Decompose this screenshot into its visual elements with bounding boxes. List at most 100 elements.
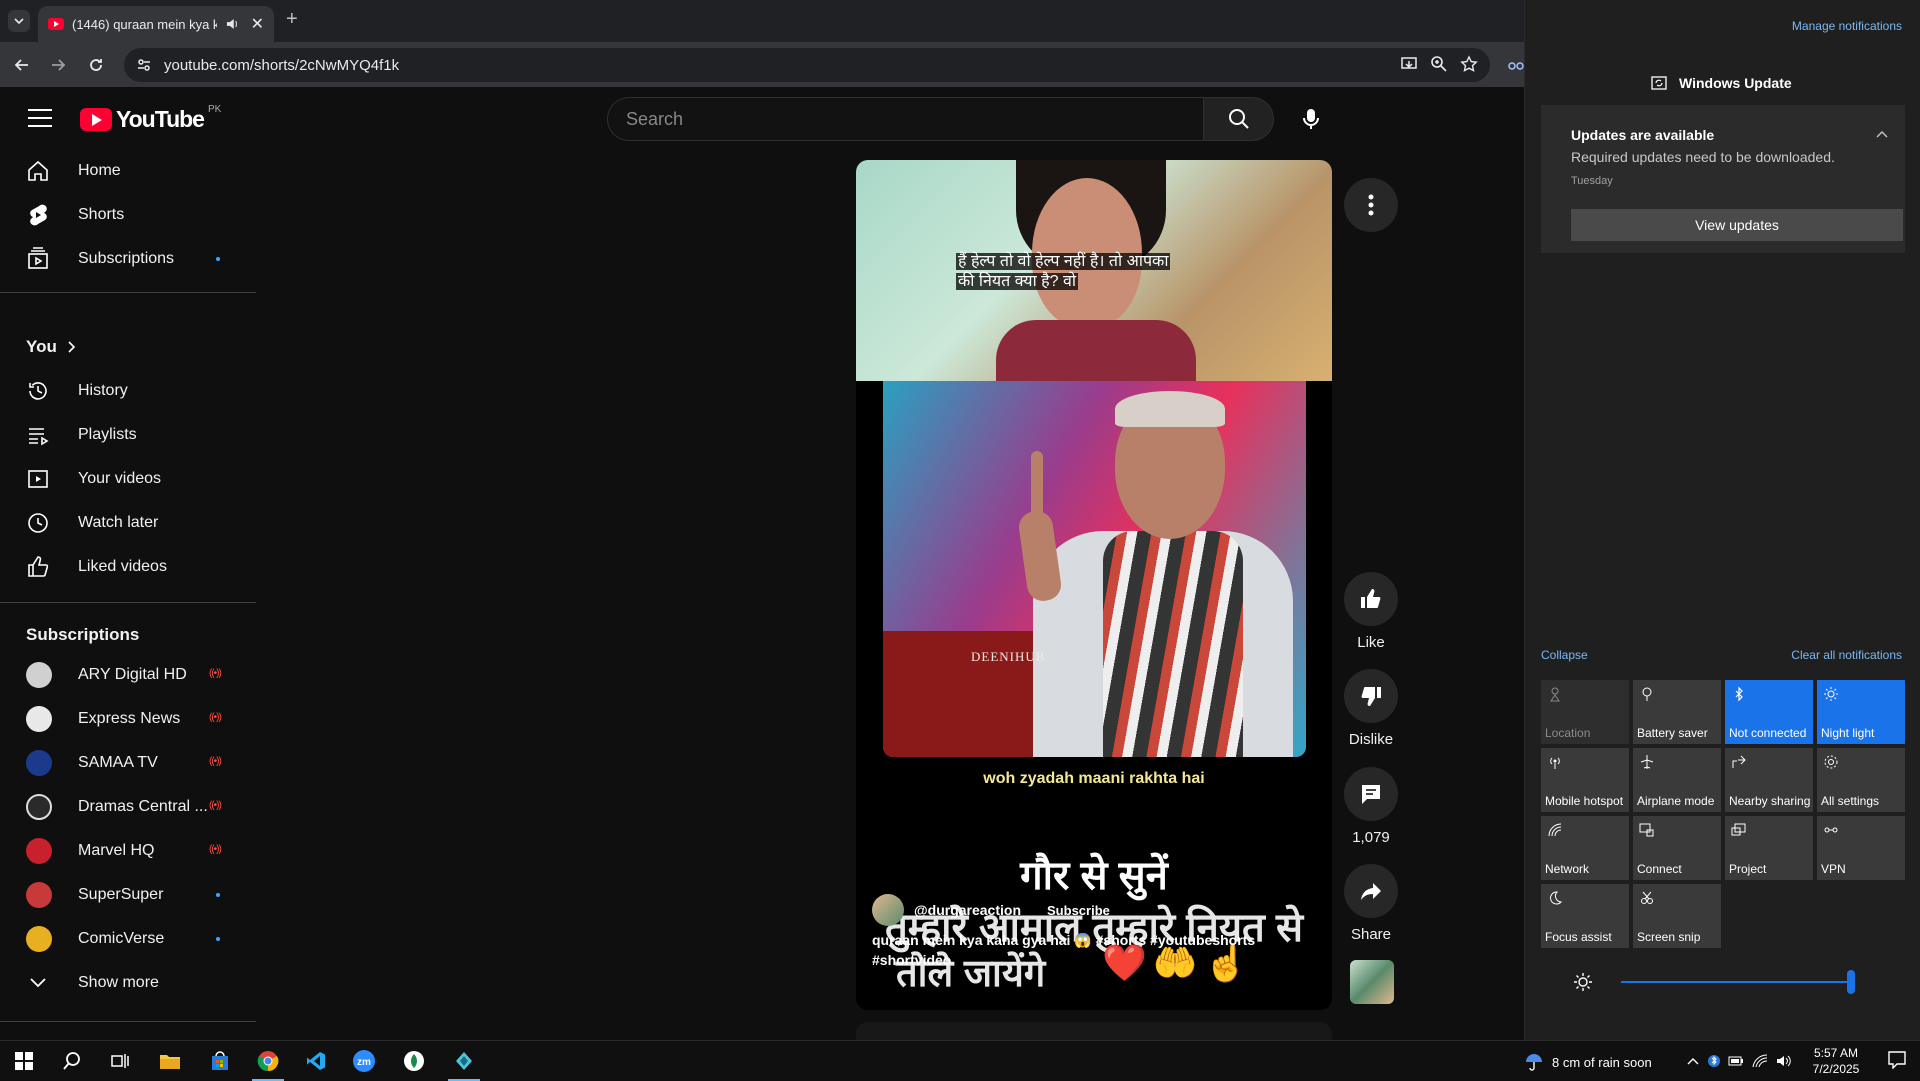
taskbar-app-diamond[interactable]: [448, 1045, 480, 1081]
address-bar[interactable]: youtube.com/shorts/2cNwMYQ4f1k: [124, 48, 1490, 82]
sidebar-item-watch-later[interactable]: Watch later: [12, 503, 244, 543]
reload-button[interactable]: [84, 53, 108, 77]
zoom-icon[interactable]: [1430, 55, 1448, 73]
taskbar-app-leaf[interactable]: [398, 1045, 430, 1077]
collapse-link[interactable]: Collapse: [1541, 648, 1588, 662]
subscribe-button[interactable]: Subscribe: [1047, 903, 1110, 918]
sidebar-channel-ary-digital-hd[interactable]: ARY Digital HD ((•)): [12, 655, 244, 695]
dislike-button[interactable]: Dislike: [1344, 669, 1398, 748]
sidebar-channel-express-news[interactable]: Express News ((•)): [12, 699, 244, 739]
channel-avatar[interactable]: [872, 894, 904, 926]
quick-action-location[interactable]: Location: [1541, 680, 1629, 744]
show-more-button[interactable]: Show more: [12, 963, 244, 1003]
night-light-icon: [1824, 687, 1838, 701]
taskbar-zoom[interactable]: zm: [348, 1045, 380, 1077]
youtube-logo[interactable]: YouTube PK: [80, 104, 221, 133]
brightness-thumb[interactable]: [1847, 970, 1855, 994]
quick-action-mobile-hotspot[interactable]: Mobile hotspot: [1541, 748, 1629, 812]
manage-notifications-link[interactable]: Manage notifications: [1792, 19, 1902, 33]
forward-button[interactable]: [46, 53, 70, 77]
more-options-button[interactable]: [1344, 178, 1398, 232]
battery-icon[interactable]: [1728, 1055, 1744, 1067]
back-button[interactable]: [10, 53, 34, 77]
task-view-button[interactable]: [104, 1045, 136, 1077]
new-content-dot: [216, 257, 220, 261]
quick-action-all-settings[interactable]: All settings: [1817, 748, 1905, 812]
tab-search-button[interactable]: [8, 10, 30, 32]
sidebar-item-playlists[interactable]: Playlists: [12, 415, 244, 455]
site-info-icon[interactable]: [136, 57, 152, 73]
quick-action-project[interactable]: Project: [1725, 816, 1813, 880]
quick-action-network[interactable]: Network: [1541, 816, 1629, 880]
view-updates-button[interactable]: View updates: [1571, 209, 1903, 241]
quick-action-battery-saver[interactable]: Battery saver: [1633, 680, 1721, 744]
taskbar-store[interactable]: [204, 1045, 236, 1077]
sidebar-channel-comicverse[interactable]: ComicVerse: [12, 919, 244, 959]
sidebar-channel-supersuper[interactable]: SuperSuper: [12, 875, 244, 915]
quick-action-screen-snip[interactable]: Screen snip: [1633, 884, 1721, 948]
sidebar-channel-samaa-tv[interactable]: SAMAA TV ((•)): [12, 743, 244, 783]
quick-action-nearby-sharing[interactable]: Nearby sharing: [1725, 748, 1813, 812]
taskbar-search-button[interactable]: [56, 1045, 88, 1077]
comments-button[interactable]: 1,079: [1344, 767, 1398, 846]
search-input[interactable]: [626, 108, 1203, 130]
install-app-icon[interactable]: [1400, 55, 1418, 73]
sidebar-item-liked-videos[interactable]: Liked videos: [12, 547, 244, 587]
action-center-button[interactable]: [1888, 1051, 1906, 1069]
quick-action-airplane-mode[interactable]: Airplane mode: [1633, 748, 1721, 812]
clock[interactable]: 5:57 AM 7/2/2025: [1808, 1045, 1864, 1077]
new-tab-button[interactable]: +: [286, 8, 298, 31]
quick-action-vpn[interactable]: VPN: [1817, 816, 1905, 880]
sidebar-item-home[interactable]: Home: [12, 151, 244, 191]
sound-thumbnail[interactable]: [1350, 960, 1394, 1004]
home-icon: [26, 159, 50, 183]
you-section-header[interactable]: You: [26, 337, 77, 357]
video-description[interactable]: quraan mein kya kaha gya hai 😱 #shorts #…: [872, 930, 1292, 970]
sidebar-item-shorts[interactable]: Shorts: [12, 195, 244, 235]
video-clip-top: हैं हेल्प तो वो हेल्प नहीं है। तो आपका क…: [856, 160, 1332, 390]
quick-action-focus-assist[interactable]: Focus assist: [1541, 884, 1629, 948]
network-icon[interactable]: [1752, 1054, 1768, 1068]
comments-button-circle[interactable]: [1344, 767, 1398, 821]
search-button[interactable]: [1204, 97, 1274, 141]
weather-widget[interactable]: 8 cm of rain soon: [1524, 1052, 1652, 1072]
sidebar-item-your-videos[interactable]: Your videos: [12, 459, 244, 499]
bluetooth-icon[interactable]: [1708, 1053, 1720, 1069]
tab-close-icon[interactable]: ✕: [251, 14, 264, 34]
chevron-up-icon[interactable]: [1875, 129, 1889, 139]
quick-action-bluetooth[interactable]: Not connected: [1725, 680, 1813, 744]
like-button[interactable]: Like: [1344, 572, 1398, 651]
quick-action-night-light[interactable]: Night light: [1817, 680, 1905, 744]
share-button-circle[interactable]: [1344, 864, 1398, 918]
channel-handle[interactable]: @durgareaction: [914, 902, 1021, 918]
more-vert-icon: [1368, 194, 1374, 216]
notification-body: Required updates need to be downloaded.: [1571, 149, 1835, 165]
brightness-track[interactable]: [1621, 981, 1851, 983]
sidebar-item-subscriptions[interactable]: Subscriptions: [12, 239, 244, 279]
notification-card[interactable]: Updates are available Required updates n…: [1541, 105, 1905, 253]
volume-icon[interactable]: [1776, 1054, 1792, 1068]
quick-action-connect[interactable]: Connect: [1633, 816, 1721, 880]
chevron-up-icon[interactable]: [1686, 1056, 1700, 1066]
browser-tab[interactable]: (1446) quraan mein kya kah ✕: [38, 6, 274, 42]
sidebar-channel-dramas-central[interactable]: Dramas Central ... ((•)): [12, 787, 244, 827]
brightness-slider[interactable]: [1573, 970, 1893, 994]
search-box[interactable]: [607, 97, 1204, 141]
next-short-preview[interactable]: [856, 1022, 1332, 1042]
bookmark-star-icon[interactable]: [1460, 55, 1478, 73]
shorts-player[interactable]: हैं हेल्प तो वो हेल्प नहीं है। तो आपका क…: [856, 160, 1332, 1010]
menu-icon[interactable]: [28, 109, 52, 127]
sidebar-channel-marvel-hq[interactable]: Marvel HQ ((•)): [12, 831, 244, 871]
sidebar-item-history[interactable]: History: [12, 371, 244, 411]
start-button[interactable]: [8, 1045, 40, 1077]
taskbar-vscode[interactable]: [300, 1045, 332, 1077]
taskbar-chrome[interactable]: [252, 1045, 284, 1081]
share-button[interactable]: Share: [1344, 864, 1398, 943]
dislike-button-circle[interactable]: [1344, 669, 1398, 723]
like-button-circle[interactable]: [1344, 572, 1398, 626]
clear-all-notifications-link[interactable]: Clear all notifications: [1791, 648, 1902, 662]
zoom-app-icon: zm: [353, 1050, 375, 1072]
voice-search-button[interactable]: [1291, 99, 1331, 139]
speaker-icon[interactable]: [225, 17, 239, 31]
taskbar-file-explorer[interactable]: [154, 1045, 186, 1077]
